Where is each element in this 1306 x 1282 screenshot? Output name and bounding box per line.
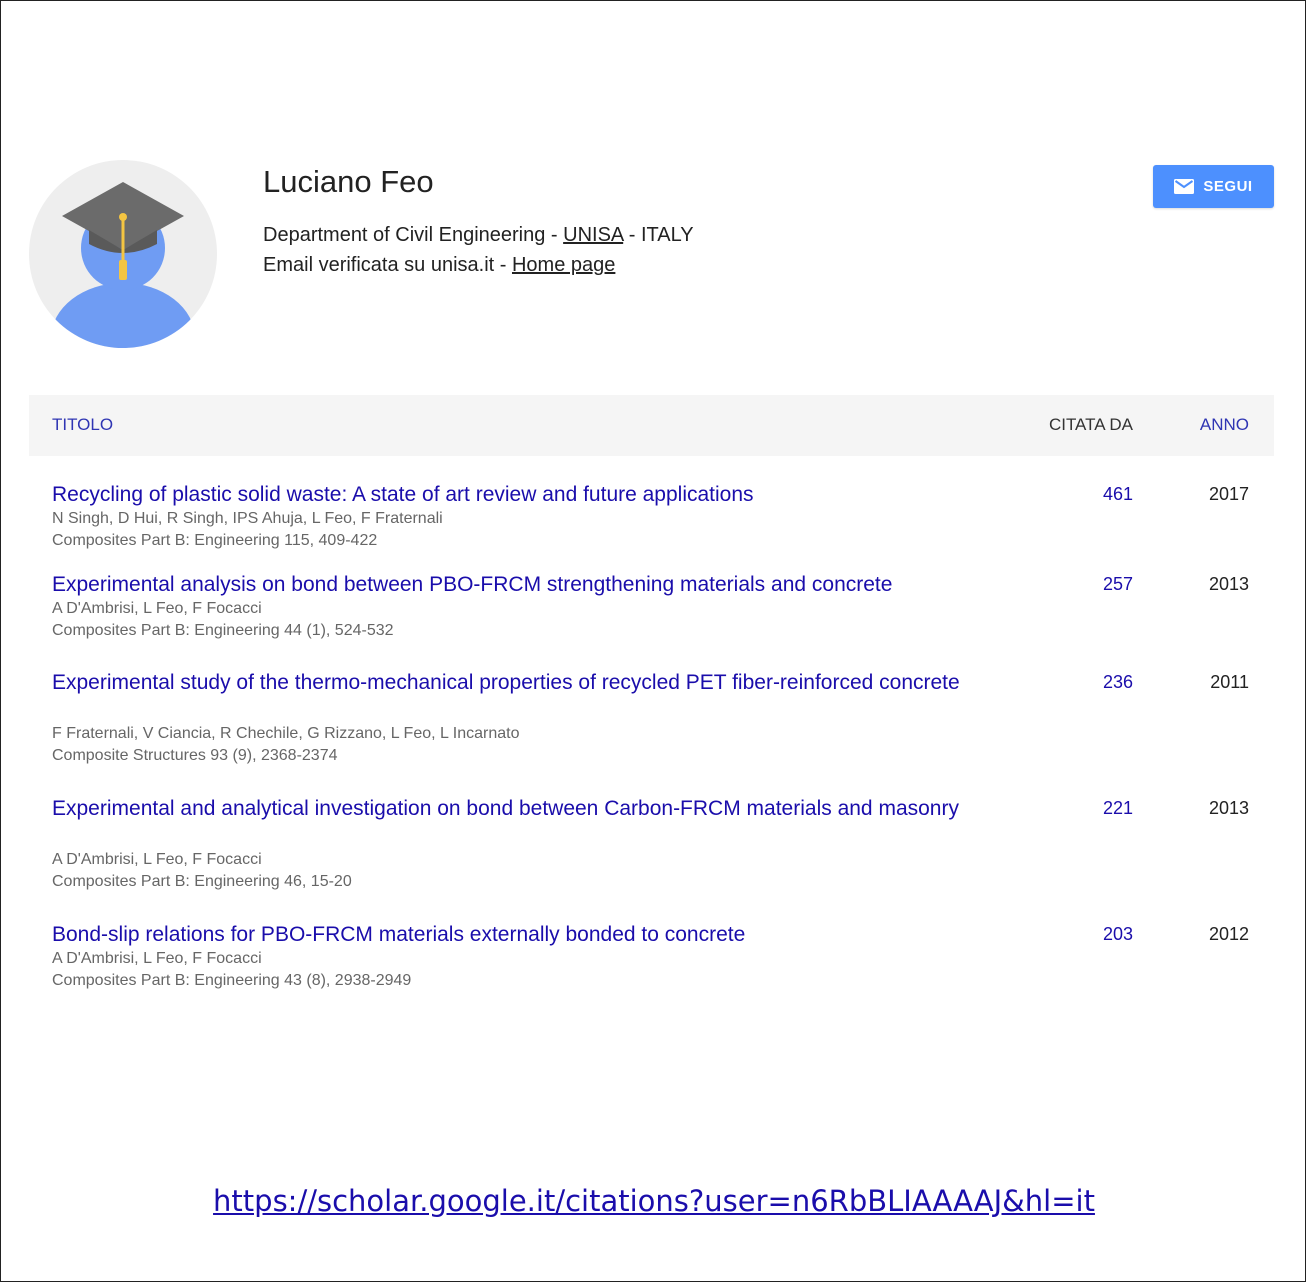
publication-authors: N Singh, D Hui, R Singh, IPS Ahuja, L Fe… [52, 510, 443, 527]
cited-by-count-link[interactable]: 203 [1103, 924, 1133, 945]
publication-list: Recycling of plastic solid waste: A stat… [29, 471, 1274, 1001]
publication-authors: A D'Ambrisi, L Feo, F Focacci [52, 950, 262, 967]
publication-title-link[interactable]: Bond-slip relations for PBO-FRCM materia… [52, 921, 992, 948]
profile-name: Luciano Feo [263, 164, 434, 199]
publication-title-link[interactable]: Experimental and analytical investigatio… [52, 795, 992, 822]
follow-button[interactable]: SEGUI [1153, 165, 1274, 208]
header-year-sort[interactable]: ANNO [1200, 415, 1249, 435]
affiliation-link[interactable]: UNISA [563, 224, 623, 246]
cited-by-count-link[interactable]: 257 [1103, 574, 1133, 595]
profile-email: Email verificata su unisa.it - Home page [263, 250, 615, 280]
footer-url-container: https://scholar.google.it/citations?user… [1, 1184, 1306, 1218]
cited-by-count-link[interactable]: 221 [1103, 798, 1133, 819]
table-row: Recycling of plastic solid waste: A stat… [29, 481, 1274, 571]
avatar-graduate-icon [29, 160, 217, 348]
publication-venue: Composites Part B: Engineering 44 (1), 5… [52, 622, 394, 639]
affiliation-prefix: Department of Civil Engineering - [263, 224, 564, 246]
header-cited-by: CITATA DA [1048, 415, 1133, 434]
publication-title-link[interactable]: Experimental study of the thermo-mechani… [52, 669, 992, 696]
table-row: Experimental study of the thermo-mechani… [29, 669, 1274, 795]
email-verified-text: Email verificata su unisa.it - [263, 254, 512, 276]
page-frame: Luciano Feo Department of Civil Engineer… [0, 0, 1306, 1282]
affiliation-suffix: - ITALY [623, 224, 694, 246]
table-row: Bond-slip relations for PBO-FRCM materia… [29, 921, 1274, 1011]
publication-authors: F Fraternali, V Ciancia, R Chechile, G R… [52, 725, 520, 742]
header-title-sort[interactable]: TITOLO [52, 415, 113, 435]
table-row: Experimental and analytical investigatio… [29, 795, 1274, 921]
publication-title-link[interactable]: Experimental analysis on bond between PB… [52, 571, 992, 598]
publication-venue: Composites Part B: Engineering 46, 15-20 [52, 873, 352, 890]
publication-authors: A D'Ambrisi, L Feo, F Focacci [52, 600, 262, 617]
homepage-link[interactable]: Home page [512, 254, 615, 276]
publication-venue: Composites Part B: Engineering 115, 409-… [52, 532, 378, 549]
profile-affiliation: Department of Civil Engineering - UNISA … [263, 220, 694, 250]
publication-venue: Composites Part B: Engineering 43 (8), 2… [52, 972, 412, 989]
publication-year: 2012 [1208, 924, 1249, 944]
cited-by-count-link[interactable]: 461 [1103, 484, 1133, 505]
publication-authors: A D'Ambrisi, L Feo, F Focacci [52, 851, 262, 868]
table-header: TITOLO CITATA DA ANNO [29, 395, 1274, 456]
profile-url-link[interactable]: https://scholar.google.it/citations?user… [213, 1184, 1095, 1218]
publication-year: 2013 [1208, 574, 1249, 594]
follow-label: SEGUI [1203, 178, 1253, 195]
publication-venue: Composite Structures 93 (9), 2368-2374 [52, 747, 338, 764]
cited-by-count-link[interactable]: 236 [1103, 672, 1133, 693]
table-row: Experimental analysis on bond between PB… [29, 571, 1274, 669]
publication-year: 2017 [1208, 484, 1249, 504]
publication-year: 2013 [1208, 798, 1249, 818]
envelope-icon [1174, 179, 1195, 194]
publication-title-link[interactable]: Recycling of plastic solid waste: A stat… [52, 481, 992, 508]
publication-year: 2011 [1210, 672, 1249, 692]
